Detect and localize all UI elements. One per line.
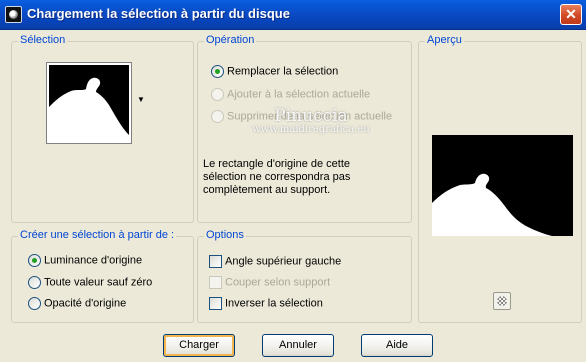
radio-button[interactable] — [211, 65, 224, 78]
load-button[interactable]: Charger — [163, 334, 235, 357]
close-icon: ✕ — [565, 6, 577, 22]
radio-button[interactable] — [28, 254, 41, 267]
checkbox-label: Inverser la sélection — [225, 297, 323, 310]
checkbox-crop-to-canvas: Couper selon support — [209, 276, 330, 289]
info-message: Le rectangle d'origine de cette sélectio… — [203, 158, 351, 196]
watermark-url: www.maidiregrafica.eu — [252, 124, 370, 135]
checkbox[interactable] — [209, 255, 222, 268]
window-title: Chargement la sélection à partir du disq… — [27, 6, 290, 21]
radio-button[interactable] — [28, 297, 41, 310]
preview-group-title: Aperçu — [425, 34, 464, 46]
selection-thumbnail-image — [49, 65, 129, 141]
operation-group-title: Opération — [204, 34, 257, 46]
radio-button — [211, 88, 224, 101]
radio-label: Ajouter à la sélection actuelle — [227, 88, 371, 101]
checkbox-invert-selection[interactable]: Inverser la sélection — [209, 297, 323, 310]
preview-checker-icon[interactable] — [493, 292, 511, 310]
radio-source-luminance[interactable]: Luminance d'origine — [28, 254, 142, 267]
close-button[interactable]: ✕ — [560, 4, 582, 25]
selection-group-title: Sélection — [18, 34, 68, 46]
watermark: Pinuccia www.maidiregrafica.eu — [236, 106, 386, 135]
radio-replace-selection[interactable]: Remplacer la sélection — [211, 65, 338, 78]
checkbox-label: Couper selon support — [225, 276, 331, 289]
checkbox — [209, 276, 222, 289]
selection-thumbnail[interactable] — [46, 62, 132, 144]
cancel-button[interactable]: Annuler — [262, 334, 334, 357]
radio-label: Opacité d'origine — [44, 297, 127, 310]
preview-image-graphic — [432, 135, 573, 236]
radio-label: Remplacer la sélection — [227, 65, 339, 78]
app-icon — [5, 6, 22, 23]
options-group-title: Options — [204, 229, 246, 241]
radio-source-opacity[interactable]: Opacité d'origine — [28, 297, 126, 310]
checkbox[interactable] — [209, 297, 222, 310]
radio-any-non-zero[interactable]: Toute valeur sauf zéro — [28, 276, 152, 289]
create-from-group-title: Créer une sélection à partir de : — [18, 229, 177, 241]
checkbox-top-left-corner[interactable]: Angle supérieur gauche — [209, 255, 341, 268]
thumbnail-dropdown-arrow-icon[interactable]: ▼ — [137, 96, 145, 104]
radio-label: Luminance d'origine — [44, 254, 143, 267]
radio-button[interactable] — [28, 276, 41, 289]
title-bar: Chargement la sélection à partir du disq… — [0, 0, 586, 30]
radio-add-to-selection: Ajouter à la sélection actuelle — [211, 88, 370, 101]
radio-button — [211, 110, 224, 123]
watermark-name: Pinuccia — [274, 106, 348, 126]
checkbox-label: Angle supérieur gauche — [225, 255, 342, 268]
radio-label: Toute valeur sauf zéro — [44, 276, 153, 289]
help-button[interactable]: Aide — [361, 334, 433, 357]
preview-image — [432, 135, 573, 236]
